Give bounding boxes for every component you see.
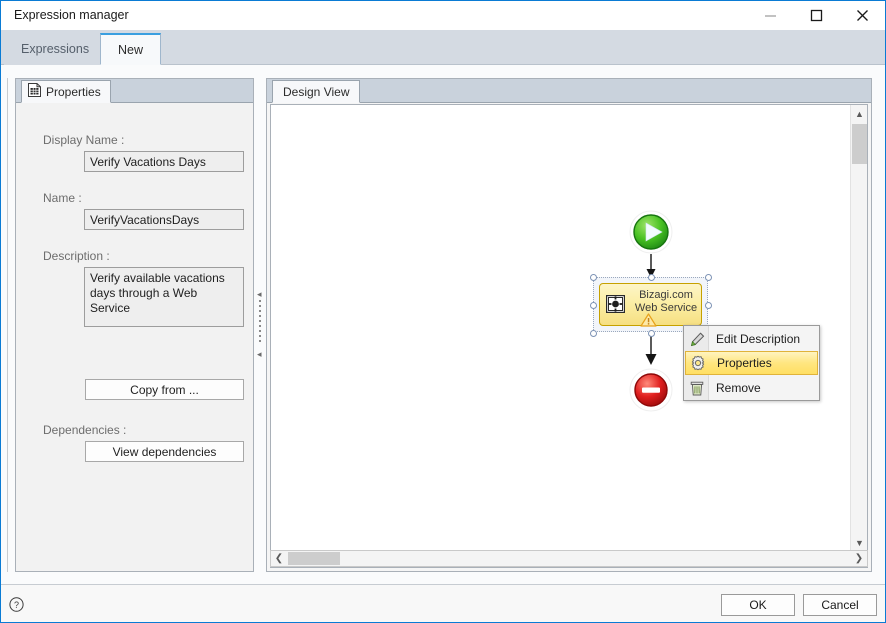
task-label-line1: Bizagi.com xyxy=(639,289,693,301)
end-event[interactable] xyxy=(629,368,673,412)
menu-item-edit-description-label: Edit Description xyxy=(716,332,801,346)
close-icon[interactable] xyxy=(839,1,885,30)
help-question-icon[interactable]: ? xyxy=(9,597,24,612)
view-dependencies-button[interactable]: View dependencies xyxy=(85,441,244,462)
tab-properties[interactable]: Properties xyxy=(21,80,111,103)
splitter-grip xyxy=(259,300,261,346)
resize-handle-w[interactable] xyxy=(590,302,597,309)
chevron-left-icon[interactable]: ❮ xyxy=(271,551,287,566)
web-service-task[interactable]: Bizagi.com Web Service xyxy=(599,283,702,327)
web-service-task-label: Bizagi.com Web Service xyxy=(632,289,700,315)
resize-handle-n[interactable] xyxy=(648,274,655,281)
main-tab-strip: Expressions New xyxy=(1,30,885,65)
tab-new[interactable]: New xyxy=(100,33,162,65)
maximize-icon[interactable] xyxy=(793,1,839,30)
display-name-label: Display Name : xyxy=(43,133,125,147)
chevron-up-icon[interactable]: ▲ xyxy=(851,105,867,122)
title-bar: Expression manager xyxy=(1,1,885,30)
design-canvas[interactable]: Bizagi.com Web Service Edit Description … xyxy=(271,105,851,551)
tab-expressions[interactable]: Expressions xyxy=(4,33,107,65)
dependencies-label: Dependencies : xyxy=(43,423,127,437)
properties-grid-icon xyxy=(28,83,41,100)
warning-triangle-icon xyxy=(640,313,657,332)
vertical-scroll-thumb[interactable] xyxy=(852,124,867,164)
copy-from-button[interactable]: Copy from ... xyxy=(85,379,244,400)
tab-design-view[interactable]: Design View xyxy=(272,80,361,103)
name-label: Name : xyxy=(43,191,82,205)
properties-form: Display Name : Verify Vacations Days Nam… xyxy=(25,103,244,571)
minimize-icon[interactable] xyxy=(747,1,793,30)
resize-handle-e[interactable] xyxy=(705,302,712,309)
canvas-vertical-scrollbar[interactable]: ▲ ▼ xyxy=(850,105,867,551)
chevron-down-icon[interactable]: ▼ xyxy=(851,534,867,551)
properties-tab-row: Properties xyxy=(16,79,253,103)
trash-icon xyxy=(685,376,709,400)
properties-panel: Properties Display Name : Verify Vacatio… xyxy=(15,78,254,572)
description-label: Description : xyxy=(43,249,110,263)
canvas-horizontal-scrollbar[interactable]: ❮ ❯ xyxy=(270,550,868,567)
gear-icon xyxy=(686,351,710,375)
start-event[interactable] xyxy=(629,210,673,254)
web-service-icon xyxy=(605,294,626,318)
menu-item-remove[interactable]: Remove xyxy=(685,376,818,400)
splitter-collapse-up-icon[interactable]: ◂ xyxy=(257,290,262,299)
menu-item-edit-description[interactable]: Edit Description xyxy=(685,327,818,351)
design-panel: Design View Bizagi.com Web Service Edit … xyxy=(266,78,872,572)
svg-text:?: ? xyxy=(14,600,19,610)
horizontal-scroll-thumb[interactable] xyxy=(288,552,340,565)
menu-item-remove-label: Remove xyxy=(716,381,761,395)
resize-handle-ne[interactable] xyxy=(705,274,712,281)
tab-properties-label: Properties xyxy=(46,84,101,99)
tab-expressions-label: Expressions xyxy=(21,42,90,56)
dialog-body: Properties Display Name : Verify Vacatio… xyxy=(1,65,885,585)
menu-item-properties[interactable]: Properties xyxy=(685,351,818,375)
design-tab-row: Design View xyxy=(267,79,871,103)
panel-splitter[interactable]: ◂ ◂ xyxy=(256,78,264,572)
resize-handle-nw[interactable] xyxy=(590,274,597,281)
chevron-right-icon[interactable]: ❯ xyxy=(851,551,867,566)
expression-manager-window: Expression manager Expressions New Prope… xyxy=(0,0,886,623)
left-panel-divider xyxy=(7,78,8,572)
menu-item-properties-label: Properties xyxy=(717,356,772,370)
properties-content: Display Name : Verify Vacations Days Nam… xyxy=(16,103,253,571)
splitter-collapse-down-icon[interactable]: ◂ xyxy=(257,350,262,359)
tab-new-label: New xyxy=(118,42,144,57)
cancel-button[interactable]: Cancel xyxy=(803,594,877,616)
resize-handle-sw[interactable] xyxy=(590,330,597,337)
context-menu: Edit Description Properties Remove xyxy=(683,325,820,401)
ok-button[interactable]: OK xyxy=(721,594,795,616)
dialog-footer: ? OK Cancel xyxy=(1,584,885,622)
description-input[interactable]: Verify available vacations days through … xyxy=(84,267,244,327)
display-name-input[interactable]: Verify Vacations Days xyxy=(84,151,244,172)
window-title: Expression manager xyxy=(14,8,129,22)
design-canvas-container: Bizagi.com Web Service Edit Description … xyxy=(270,104,868,568)
name-input[interactable]: VerifyVacationsDays xyxy=(84,209,244,230)
pencil-icon xyxy=(685,327,709,351)
tab-design-view-label: Design View xyxy=(283,84,350,99)
